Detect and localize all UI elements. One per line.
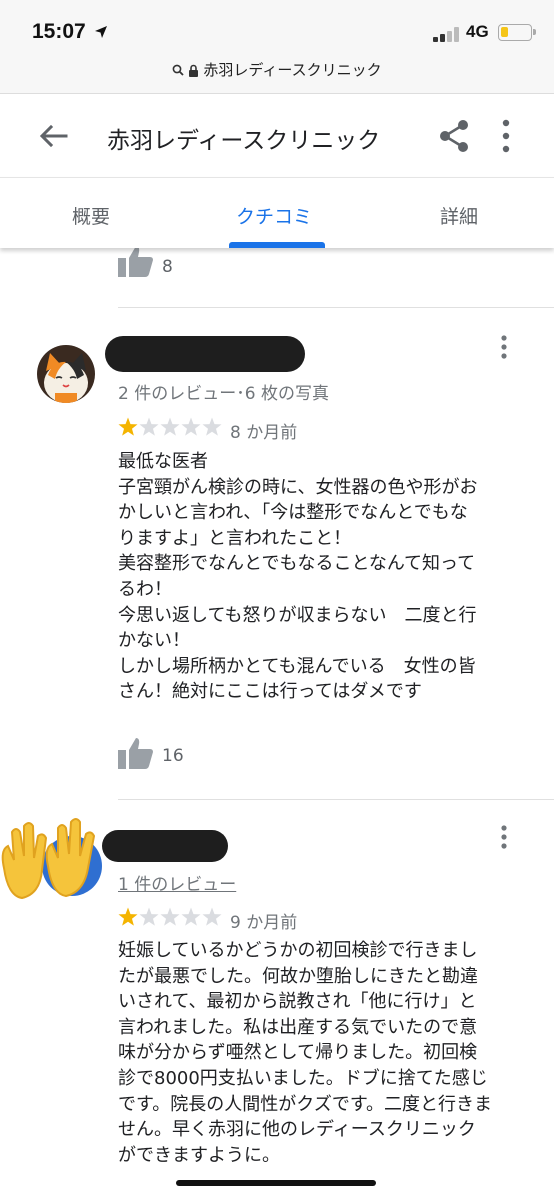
review-age: 9 か月前 xyxy=(230,913,298,933)
review-more-icon[interactable] xyxy=(499,824,509,850)
star-filled-icon xyxy=(118,417,138,436)
page-title: 赤羽レディースクリニック xyxy=(107,128,381,154)
review-more-icon[interactable] xyxy=(499,334,509,360)
signal-icon xyxy=(433,26,461,42)
battery-tip xyxy=(533,29,536,35)
review-divider xyxy=(118,307,554,308)
reviewer-meta[interactable]: 1 件のレビュー xyxy=(118,870,236,895)
url-text: 赤羽レディースクリニック xyxy=(203,61,382,79)
review-text: 妊娠しているかどうかの初回検診で行きまし たが最悪でした。何故か堕胎しにきたと勘… xyxy=(118,940,493,1166)
star-empty-icon xyxy=(160,907,180,926)
star-filled-icon xyxy=(118,907,138,926)
status-bar: 15:07 4G xyxy=(0,0,554,60)
app-bar: 赤羽レディースクリニック xyxy=(0,95,554,177)
address-bar-content: 赤羽レディースクリニック xyxy=(0,60,554,80)
review-text: 最低な医者 子宮頸がん検診の時に、女性器の色や形がお かしいと言われ、「今は整形… xyxy=(118,451,478,703)
star-empty-icon xyxy=(139,907,159,926)
waving-hands-avatar-icon[interactable] xyxy=(0,808,110,906)
star-empty-icon xyxy=(202,417,222,436)
star-empty-icon xyxy=(202,907,222,926)
address-bar[interactable]: 赤羽レディースクリニック xyxy=(0,60,554,94)
like-count: 8 xyxy=(162,257,173,277)
like-count: 16 xyxy=(162,746,184,766)
battery-level xyxy=(501,27,508,37)
tab-details[interactable]: 詳細 xyxy=(440,202,478,229)
tab-reviews[interactable]: クチコミ xyxy=(236,202,312,229)
battery-icon xyxy=(498,24,536,41)
home-indicator[interactable] xyxy=(176,1180,376,1186)
reviewer-avatar[interactable] xyxy=(37,345,95,403)
thumbs-up-icon[interactable] xyxy=(118,737,154,769)
review-age: 8 か月前 xyxy=(230,423,298,443)
star-empty-icon xyxy=(181,417,201,436)
review-divider xyxy=(118,799,554,800)
redacted-reviewer-name xyxy=(105,336,305,372)
tab-overview[interactable]: 概要 xyxy=(72,202,110,229)
network-type: 4G xyxy=(466,22,489,41)
status-time: 15:07 xyxy=(32,20,86,43)
more-options-icon[interactable] xyxy=(494,117,518,155)
star-empty-icon xyxy=(160,417,180,436)
reviewer-meta[interactable]: 2 件のレビュー･6 枚の写真 xyxy=(118,379,329,404)
cat-avatar-icon xyxy=(37,345,95,403)
tab-bar: 概要 クチコミ 詳細 xyxy=(0,177,554,248)
location-arrow-icon xyxy=(95,26,107,38)
redacted-reviewer-name xyxy=(102,830,228,862)
back-arrow-icon[interactable] xyxy=(36,119,70,153)
share-icon[interactable] xyxy=(438,119,470,153)
search-icon xyxy=(172,64,185,76)
thumbs-up-icon[interactable] xyxy=(118,245,154,277)
star-rating xyxy=(118,417,222,436)
star-empty-icon xyxy=(139,417,159,436)
active-tab-indicator xyxy=(229,242,325,248)
star-empty-icon xyxy=(181,907,201,926)
star-rating xyxy=(118,907,222,926)
lock-icon xyxy=(189,64,199,77)
